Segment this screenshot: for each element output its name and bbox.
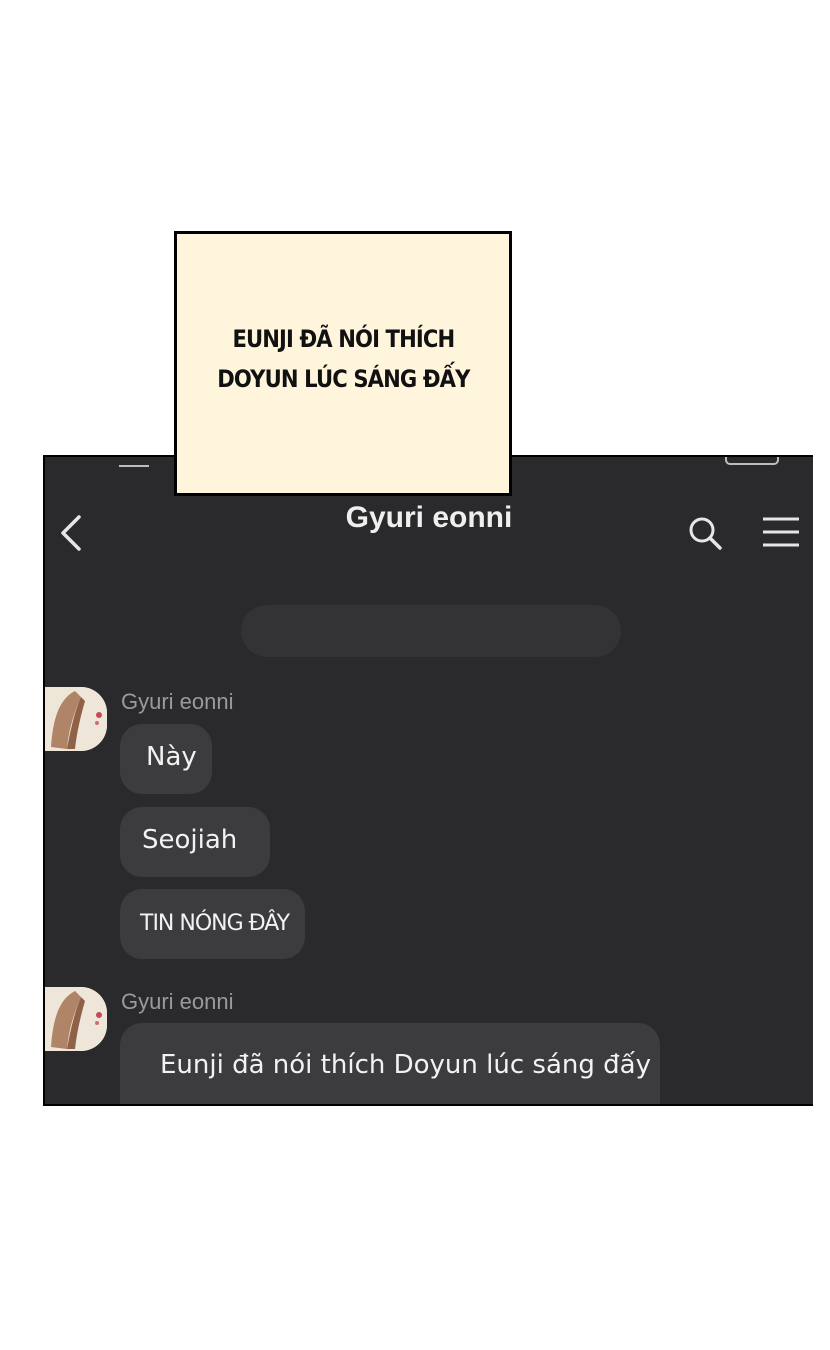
avatar[interactable] xyxy=(45,687,107,751)
menu-button[interactable] xyxy=(759,515,803,549)
message-bubble[interactable]: Này xyxy=(120,724,212,794)
chat-screen: Gyuri eonni Gyuri eonni Này Seojiah TIN … xyxy=(43,455,813,1106)
message-bubble[interactable]: Eunji đã nói thích Doyun lúc sáng đấy xyxy=(120,1023,660,1104)
sender-name: Gyuri eonni xyxy=(121,989,234,1014)
sender-name: Gyuri eonni xyxy=(121,689,234,714)
narration-caption-box: EUNJI ĐÃ NÓI THÍCH DOYUN LÚC SÁNG ĐẤY xyxy=(174,231,512,496)
battery-icon xyxy=(725,457,779,465)
message-bubble[interactable]: TIN NÓNG ĐÂY xyxy=(120,889,305,959)
message-bubble[interactable]: Seojiah xyxy=(120,807,270,877)
avatar[interactable] xyxy=(45,987,107,1051)
hamburger-menu-icon xyxy=(763,517,799,547)
search-icon xyxy=(689,517,722,550)
date-separator xyxy=(241,605,621,657)
caption-line-2: DOYUN LÚC SÁNG ĐẤY xyxy=(216,364,470,393)
search-button[interactable] xyxy=(685,513,725,553)
avatar-image xyxy=(45,987,107,1051)
caption-line-1: EUNJI ĐÃ NÓI THÍCH xyxy=(232,324,455,353)
status-bar-left xyxy=(119,457,149,467)
caption-text: EUNJI ĐÃ NÓI THÍCH DOYUN LÚC SÁNG ĐẤY xyxy=(216,319,470,399)
avatar-image xyxy=(45,687,107,751)
